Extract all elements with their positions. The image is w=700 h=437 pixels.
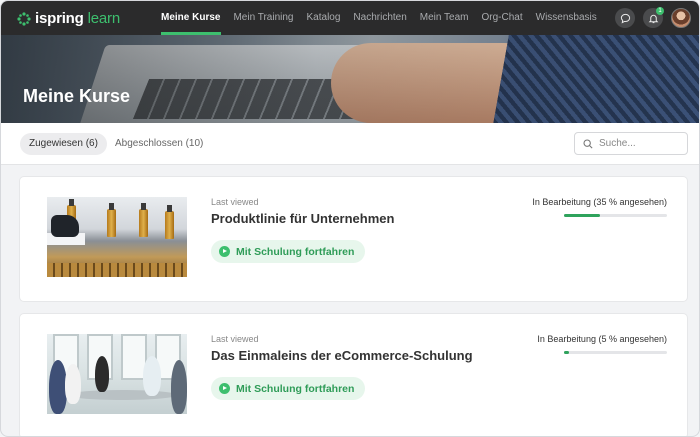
user-avatar[interactable] [671,8,691,28]
tab-abgeschlossen[interactable]: Abgeschlossen (10) [106,133,212,155]
nav-katalog[interactable]: Katalog [301,1,348,35]
search-box[interactable] [574,132,688,155]
thumbnail-glove [51,215,79,237]
nav-mein-team[interactable]: Mein Team [414,1,476,35]
filter-bar: Zugewiesen (6) Abgeschlossen (10) [1,123,699,165]
nav-nachrichten[interactable]: Nachrichten [347,1,413,35]
chat-bubble-icon [620,13,630,24]
nav-wissensbasis[interactable]: Wissensbasis [530,1,604,35]
thumbnail-person [95,356,109,392]
search-input[interactable] [599,138,679,149]
continue-button-label: Mit Schulung fortfahren [236,245,355,258]
course-title[interactable]: Das Einmaleins der eCommerce-Schulung [211,348,473,363]
app-window: ispring learn Meine Kurse Mein Training … [0,0,700,437]
nav-meine-kurse[interactable]: Meine Kurse [161,1,227,35]
progress-status: In Bearbeitung (5 % angesehen) [537,334,667,344]
course-card[interactable]: Last viewed Das Einmaleins der eCommerce… [20,314,687,436]
thumbnail-person [65,364,81,404]
notifications-button[interactable]: 1 [643,7,664,28]
thumbnail-person [143,356,161,396]
logo-icon [17,11,31,26]
play-icon [219,383,230,394]
search-icon [583,138,593,149]
progress-fill [564,351,570,354]
notification-badge: 1 [656,7,664,15]
course-thumbnail[interactable] [47,197,187,277]
logo-text-ispring: ispring [35,10,84,27]
continue-course-button[interactable]: Mit Schulung fortfahren [211,377,366,400]
top-navigation: ispring learn Meine Kurse Mein Training … [1,1,699,35]
top-actions: 1 [615,7,691,28]
continue-course-button[interactable]: Mit Schulung fortfahren [211,240,366,263]
chat-button[interactable] [615,8,635,28]
course-card[interactable]: Last viewed Produktlinie für Unternehmen… [20,177,687,301]
progress-status: In Bearbeitung (35 % angesehen) [532,197,667,207]
ispring-logo[interactable]: ispring learn [17,10,120,27]
tab-zugewiesen[interactable]: Zugewiesen (6) [20,133,107,155]
page-title: Meine Kurse [23,86,131,106]
thumbnail-person [171,360,187,414]
progress-bar [564,214,667,217]
course-title[interactable]: Produktlinie für Unternehmen [211,211,394,226]
progress-bar [564,351,667,354]
thumbnail-bottle-rows [47,263,187,277]
thumbnail-table [67,390,177,400]
progress-fill [564,214,601,217]
last-viewed-label: Last viewed [211,197,259,207]
continue-button-label: Mit Schulung fortfahren [236,382,355,395]
main-nav: Meine Kurse Mein Training Katalog Nachri… [161,1,604,35]
thumbnail-bottle [139,203,148,237]
course-thumbnail[interactable] [47,334,187,414]
nav-mein-training[interactable]: Mein Training [227,1,300,35]
thumbnail-bottle [107,203,116,237]
last-viewed-label: Last viewed [211,334,259,344]
play-icon [219,246,230,257]
hero-banner: Meine Kurse [1,35,699,123]
logo-text-learn: learn [87,10,121,27]
thumbnail-bottle [165,205,174,239]
nav-org-chat[interactable]: Org-Chat [476,1,530,35]
hero-overlay [1,35,699,123]
